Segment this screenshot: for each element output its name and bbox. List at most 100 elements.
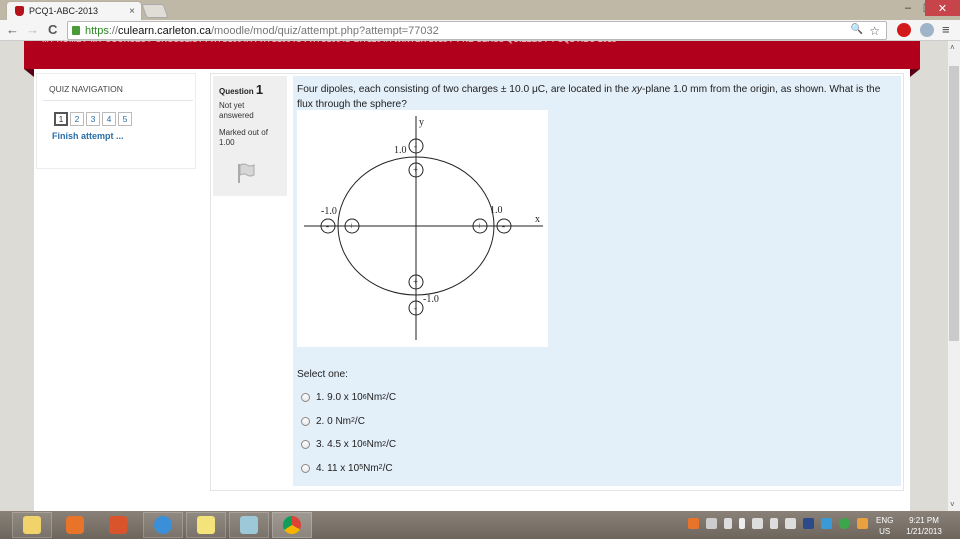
taskbar-photo-gallery[interactable] [98,512,138,538]
close-window-button[interactable]: ✕ [925,0,960,16]
question-content: Four dipoles, each consisting of two cha… [293,76,901,486]
tab-title: PCQ1-ABC-2013 [29,6,99,16]
quiz-navigation-title: QUIZ NAVIGATION [49,84,123,94]
action-center-flag-icon[interactable] [724,518,732,529]
question-text-part: Four dipoles, each consisting of two cha… [297,84,632,95]
extension-icon[interactable] [920,23,934,37]
browser-toolbar: ← → C https://culearn.carleton.ca/moodle… [0,20,960,41]
taskbar-file-explorer[interactable] [12,512,52,538]
tray-app-icon[interactable] [688,518,699,529]
system-tray [688,518,868,529]
question-nav-button[interactable]: 5 [118,112,132,126]
input-language[interactable]: ENG US [876,515,893,537]
clock-time: 9:21 PM [909,516,939,525]
plus-sign: + [413,277,418,287]
answer-text: 2. 0 Nm [316,415,352,427]
breadcrumb[interactable]: MY HOME ▸ MY COURSES ▸ CROSSLIST PHYS100… [42,41,617,44]
question-nav-buttons: 1 2 3 4 5 [54,112,132,126]
answer-suffix: /C [386,392,397,404]
taskbar-sticky-notes[interactable] [186,512,226,538]
question-block: Question 1 Not yet answered Marked out o… [210,73,904,491]
url-separator: :// [108,24,119,37]
answer-option[interactable]: 1. 9.0 x 10 6 Nm 2/C [301,386,396,410]
taskbar-media-player[interactable] [55,512,95,538]
usb-icon[interactable] [770,518,778,529]
banner-fold-right [910,69,920,77]
question-info: Question 1 Not yet answered Marked out o… [213,76,287,196]
answer-suffix: /C [386,439,397,451]
answer-radio[interactable] [301,416,310,426]
banner-fold-left [24,69,34,77]
tick-label-left: -1.0 [321,206,337,217]
answer-unit: Nm [363,462,379,474]
volume-icon[interactable] [785,518,796,529]
lock-icon [72,26,80,35]
answer-unit: Nm [366,392,383,404]
address-bar[interactable]: https://culearn.carleton.ca/moodle/mod/q… [67,21,887,40]
answer-text: 4. 11 x 10 [316,462,360,474]
zoom-icon[interactable]: 🔍 [851,24,863,38]
flag-question-icon[interactable] [235,162,257,184]
globe-icon[interactable] [839,518,850,529]
plus-sign: + [349,221,354,231]
notepad-icon [240,516,258,534]
main-content: QUIZ NAVIGATION 1 2 3 4 5 Finish attempt… [34,69,910,511]
system-clock[interactable]: 9:21 PM 1/21/2013 [904,515,944,537]
question-number-value: 1 [255,82,264,97]
question-nav-button[interactable]: 2 [70,112,84,126]
axis-label-x: x [535,214,540,225]
url-host: culearn.carleton.ca [118,24,211,37]
taskbar-internet-explorer[interactable] [143,512,183,538]
question-text-italic: xy [631,84,643,95]
answer-option[interactable]: 4. 11 x 10 5 Nm 2/C [301,457,396,481]
scroll-thumb[interactable] [949,66,959,341]
minimize-button[interactable]: – [898,0,918,16]
taskbar-chrome[interactable] [272,512,312,538]
axis-label-y: y [419,117,424,128]
adblock-extension-icon[interactable] [897,23,911,37]
answer-radio[interactable] [301,393,310,403]
answer-option[interactable]: 3. 4.5 x 10 6 Nm 2/C [301,433,396,457]
battery-icon[interactable] [739,518,745,529]
bookmark-star-icon[interactable]: ☆ [869,24,880,38]
answer-option[interactable]: 2. 0 Nm 2/C [301,410,396,434]
answer-unit: Nm [366,439,383,451]
new-tab-button[interactable] [141,4,169,18]
signal-icon[interactable] [752,518,763,529]
browser-tab[interactable]: PCQ1-ABC-2013 × [6,1,142,20]
photo-gallery-icon [109,516,127,534]
tick-label-bottom: -1.0 [423,294,439,305]
answer-text: 1. 9.0 x 10 [316,392,363,404]
page-scrollbar[interactable]: ˄ ˅ [948,41,960,511]
plus-sign: + [477,221,482,231]
answer-text: 3. 4.5 x 10 [316,439,363,451]
question-nav-button[interactable]: 4 [102,112,116,126]
finish-attempt-link[interactable]: Finish attempt ... [52,131,124,141]
minus-sign: - [414,303,417,313]
scroll-up-arrow-icon[interactable]: ˄ [950,43,955,52]
question-nav-button[interactable]: 1 [54,112,68,126]
tab-close-icon[interactable]: × [129,6,135,17]
minus-sign: - [502,221,505,231]
carleton-favicon-icon [15,6,24,16]
chrome-menu-icon[interactable]: ≡ [942,22,950,37]
url-scheme: https [85,24,109,37]
wifi-app-icon[interactable] [821,518,832,529]
folder-icon [23,516,41,534]
answer-radio[interactable] [301,463,310,473]
tray-tools-icon[interactable] [706,518,717,529]
chrome-icon [283,516,301,534]
question-nav-button[interactable]: 3 [86,112,100,126]
minus-sign: - [414,141,417,151]
back-button[interactable]: ← [6,22,19,37]
tray-app-icon-2[interactable] [857,518,868,529]
network-icon[interactable] [803,518,814,529]
scroll-down-arrow-icon[interactable]: ˅ [950,500,955,509]
answer-radio[interactable] [301,440,310,450]
media-player-icon [66,516,84,534]
question-grade: Marked out of 1.00 [219,128,268,147]
question-state: Not yet answered [219,101,254,120]
forward-button[interactable]: → [26,22,39,37]
taskbar-notepad[interactable] [229,512,269,538]
reload-button[interactable]: C [48,22,57,37]
